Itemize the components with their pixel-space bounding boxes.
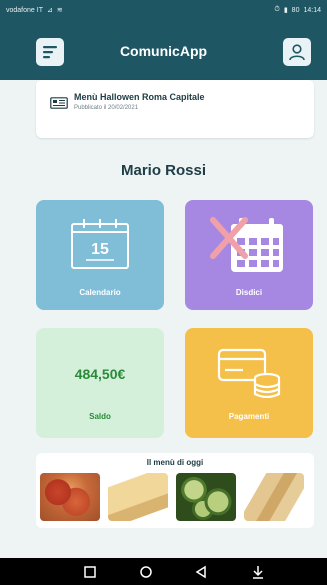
system-nav-bar <box>0 558 327 585</box>
payments-label: Pagamenti <box>228 412 270 421</box>
app-header: ComunicApp <box>0 20 327 80</box>
news-icon <box>50 97 68 109</box>
balance-tile[interactable]: 484,50€ Saldo <box>36 328 164 438</box>
calendar-day: 15 <box>91 241 109 258</box>
payments-icon <box>217 348 281 398</box>
daily-menu-title: Il menù di oggi <box>146 458 204 467</box>
user-name: Mario Rossi <box>120 162 207 179</box>
food-image-crackers[interactable] <box>244 473 304 521</box>
news-card[interactable]: Menù Hallowen Roma Capitale Pubblicato i… <box>36 80 314 138</box>
food-image-pasta[interactable] <box>40 473 100 521</box>
square-icon[interactable] <box>82 564 98 580</box>
profile-button[interactable] <box>283 38 311 66</box>
news-title: Menù Hallowen Roma Capitale <box>74 92 205 102</box>
food-image-cheese[interactable] <box>108 473 168 521</box>
balance-label: Saldo <box>89 412 111 421</box>
status-bar: vodafone IT ⊿ ≋ ⏱ ▮ 80 14:14 <box>0 0 327 20</box>
battery-icon: ▮ <box>283 7 288 14</box>
balance-amount: 484,50€ <box>74 366 126 382</box>
payments-tile[interactable]: Pagamenti <box>185 328 313 438</box>
battery-level: 80 <box>291 6 300 14</box>
alarm-icon: ⏱ <box>274 6 280 13</box>
calendar-label: Calendario <box>79 288 121 297</box>
back-icon[interactable] <box>193 564 209 580</box>
user-icon <box>289 44 305 61</box>
status-time: 14:14 <box>303 6 321 14</box>
download-icon[interactable] <box>250 564 266 580</box>
carrier-label: vodafone IT <box>6 6 43 14</box>
signal-icon: ⊿ <box>46 7 53 14</box>
circle-icon[interactable] <box>138 564 154 580</box>
calendar-tile[interactable]: 15 Calendario <box>36 200 164 310</box>
wifi-icon: ≋ <box>56 7 63 14</box>
calendar-icon: 15 <box>71 219 129 269</box>
cancel-label: Disdici <box>235 288 263 297</box>
calendar-cancel-icon <box>210 217 283 272</box>
main-content: Menù Hallowen Roma Capitale Pubblicato i… <box>0 80 327 558</box>
cancel-tile[interactable]: Disdici <box>185 200 313 310</box>
app-title: ComunicApp <box>119 43 208 59</box>
daily-menu-card[interactable]: Il menù di oggi <box>36 453 314 528</box>
food-image-zucchini[interactable] <box>176 473 236 521</box>
news-date: Pubblicato il 20/02/2021 <box>74 105 139 111</box>
